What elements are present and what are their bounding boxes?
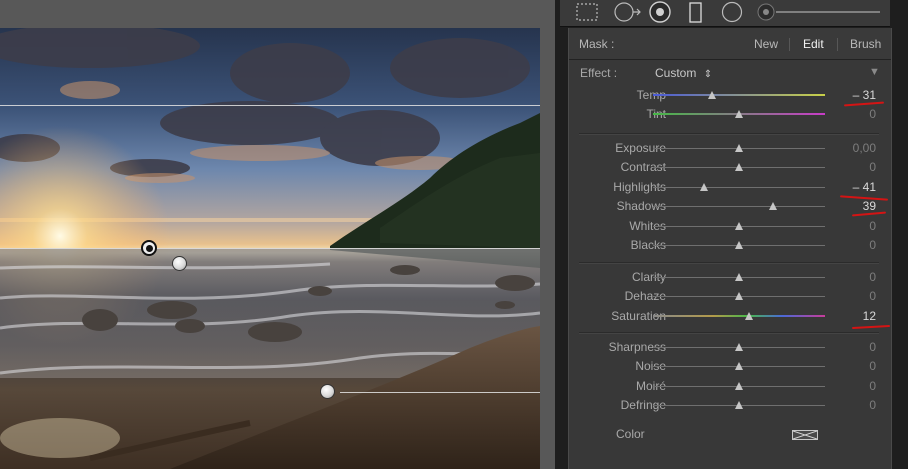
mask-separator (789, 38, 790, 51)
slider-row-shadows: Shadows 39 (569, 197, 891, 216)
slider-row-temp: Temp – 31 (569, 86, 891, 105)
mask-separator (837, 38, 838, 51)
moir-slider-thumb[interactable] (735, 381, 743, 390)
contrast-slider-thumb[interactable] (735, 163, 743, 172)
group-divider (579, 332, 879, 334)
sharpness-slider-thumb[interactable] (735, 343, 743, 351)
noise-slider-thumb[interactable] (735, 362, 743, 371)
gradient-guide-center[interactable] (0, 248, 540, 249)
highlights-value[interactable]: – 41 (826, 180, 876, 194)
whites-value[interactable]: 0 (826, 219, 876, 233)
slider-row-blacks: Blacks 0 (569, 236, 891, 255)
defringe-value[interactable]: 0 (826, 398, 876, 412)
saturation-slider-track[interactable] (653, 314, 825, 317)
mask-edit-button[interactable]: Edit (803, 37, 824, 51)
exposure-value[interactable]: 0,00 (826, 141, 876, 155)
noise-value[interactable]: 0 (826, 359, 876, 373)
slider-row-dehaze: Dehaze 0 (569, 287, 891, 306)
contrast-value[interactable]: 0 (826, 160, 876, 174)
slider-row-exposure: Exposure 0,00 (569, 139, 891, 158)
slider-row-noise: Noise 0 (569, 357, 891, 376)
temp-slider-track[interactable] (653, 94, 825, 96)
temp-value[interactable]: – 31 (826, 88, 876, 102)
mask-label: Mask : (579, 37, 615, 51)
dehaze-value[interactable]: 0 (826, 289, 876, 303)
clarity-slider-thumb[interactable] (735, 273, 743, 281)
effect-label: Effect : (580, 66, 618, 80)
group-divider (579, 133, 879, 135)
spot-removal-icon[interactable] (613, 1, 643, 23)
red-eye-icon[interactable] (648, 1, 672, 23)
adjustment-brush-icon[interactable] (756, 2, 880, 22)
exposure-slider-thumb[interactable] (735, 144, 743, 152)
slider-row-moir: Moiré 0 (569, 377, 891, 396)
shadows-value[interactable]: 39 (826, 199, 876, 213)
shadows-slider-thumb[interactable] (768, 202, 777, 211)
tool-strip (560, 0, 890, 27)
slider-row-contrast: Contrast 0 (569, 158, 891, 177)
slider-row-saturation: Saturation 12 (569, 307, 891, 326)
saturation-slider-thumb[interactable] (745, 311, 754, 320)
radial-filter-icon[interactable] (720, 1, 744, 23)
graduated-filter-icon[interactable] (688, 2, 704, 24)
dropdown-arrows-icon: ⇕ (703, 69, 713, 80)
color-swatch-empty-icon[interactable] (792, 430, 818, 440)
mask-pin[interactable] (172, 256, 187, 271)
mask-pin[interactable] (320, 384, 335, 399)
blacks-value[interactable]: 0 (826, 238, 876, 252)
color-label: Color (616, 427, 645, 441)
slider-row-sharpness: Sharpness 0 (569, 338, 891, 357)
tint-slider-thumb[interactable] (735, 110, 743, 119)
mask-bar: Mask : New Edit Brush (569, 28, 891, 60)
photo-canvas[interactable] (0, 28, 540, 469)
collapse-triangle-icon[interactable]: ▼ (869, 66, 880, 78)
effect-preset-value: Custom (655, 66, 697, 80)
local-adjustment-panel: Mask : New Edit Brush Effect : Custom ⇕ … (568, 28, 892, 469)
effect-preset-dropdown[interactable]: Custom ⇕ (655, 66, 712, 80)
moir-value[interactable]: 0 (826, 379, 876, 393)
slider-row-clarity: Clarity 0 (569, 268, 891, 287)
clarity-value[interactable]: 0 (826, 270, 876, 284)
blacks-slider-thumb[interactable] (735, 241, 743, 249)
highlights-slider-track[interactable] (653, 186, 825, 188)
whites-slider-thumb[interactable] (735, 221, 743, 230)
dehaze-slider-thumb[interactable] (735, 292, 743, 301)
slider-row-defringe: Defringe 0 (569, 396, 891, 415)
slider-row-tint: Tint0 (569, 105, 891, 124)
gradient-guide-top[interactable] (0, 105, 540, 106)
active-mask-pin[interactable] (141, 240, 157, 256)
group-divider (579, 262, 879, 264)
tint-value[interactable]: 0 (826, 107, 876, 121)
slider-row-whites: Whites 0 (569, 217, 891, 236)
saturation-value[interactable]: 12 (826, 309, 876, 323)
slider-row-highlights: Highlights – 41 (569, 178, 891, 197)
temp-slider-thumb[interactable] (708, 91, 717, 99)
gradient-guide-bottom[interactable] (340, 392, 540, 393)
defringe-slider-thumb[interactable] (735, 401, 743, 410)
mask-brush-button[interactable]: Brush (850, 37, 881, 51)
sharpness-value[interactable]: 0 (826, 340, 876, 354)
highlights-slider-thumb[interactable] (699, 182, 708, 191)
crop-overlay-icon[interactable] (575, 2, 599, 22)
mask-new-button[interactable]: New (754, 37, 778, 51)
shadows-slider-track[interactable] (653, 206, 825, 208)
